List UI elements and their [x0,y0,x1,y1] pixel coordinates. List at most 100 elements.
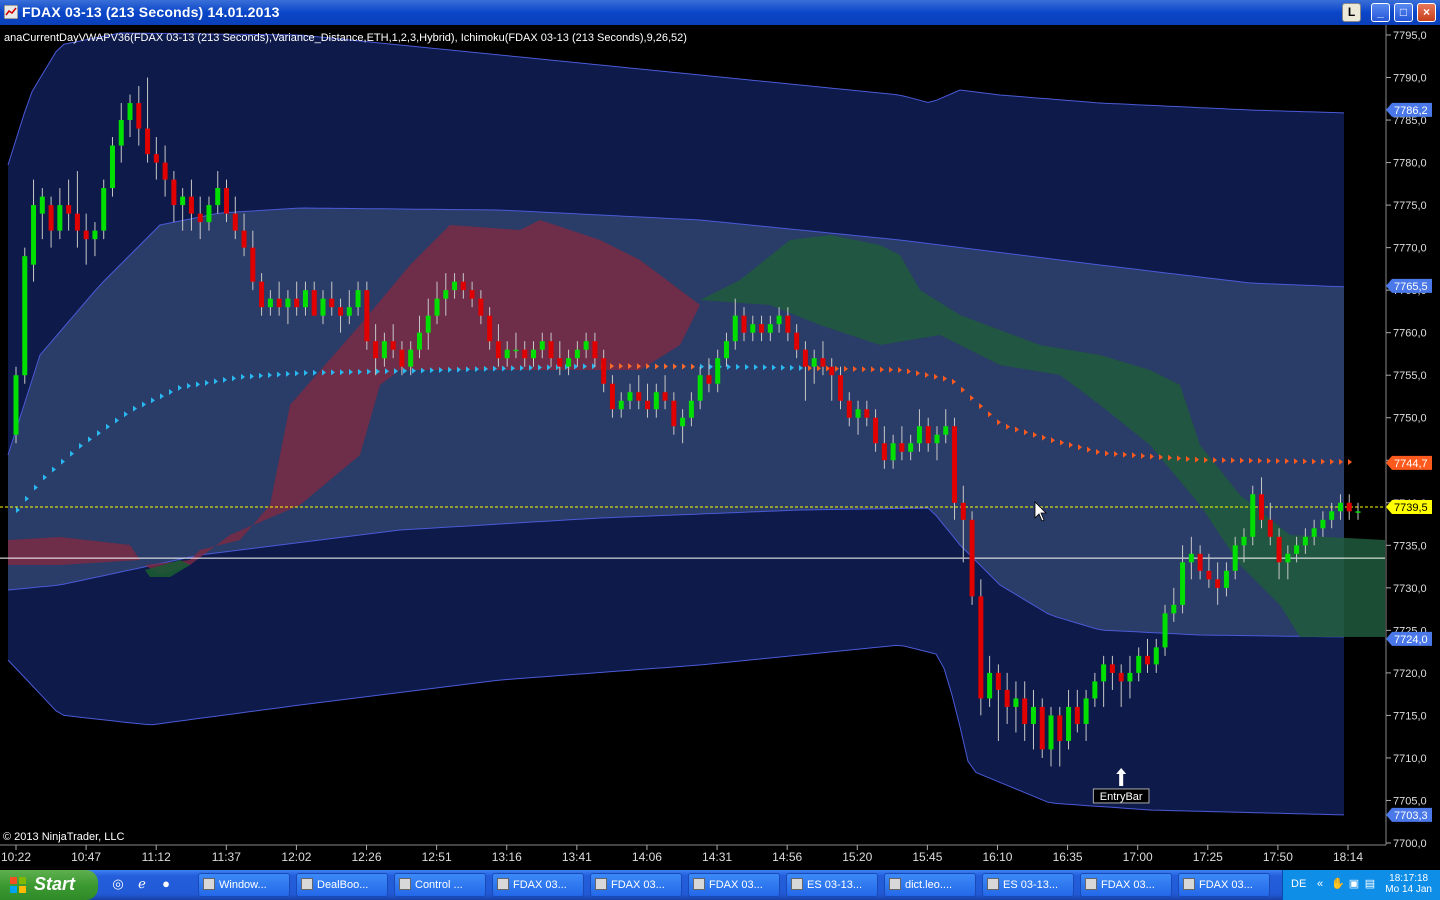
taskbar-item[interactable]: FDAX 03... [492,873,584,897]
tray-network-icon[interactable]: ▣ [1347,877,1361,891]
candle-body [408,349,414,367]
candle-body [653,392,659,410]
candle-body [118,120,124,146]
candle-body [232,213,238,231]
candle-body [39,196,45,214]
taskbar-item[interactable]: FDAX 03... [688,873,780,897]
taskbar-item[interactable]: DealBoo... [296,873,388,897]
y-tick-label: 7780,0 [1393,158,1427,170]
x-tick-label: 14:06 [632,850,662,864]
candle-body [92,230,98,240]
y-tick-label: 7760,0 [1393,328,1427,340]
candle-body [355,290,361,308]
taskbar-item[interactable]: ES 03-13... [786,873,878,897]
maximize-button[interactable]: □ [1394,3,1413,22]
candle-body [1066,706,1072,741]
candle-body [162,162,168,180]
start-button[interactable]: Start [0,870,98,900]
candle-body [732,315,738,342]
candle-body [434,298,440,316]
x-tick-label: 10:47 [71,850,101,864]
candle-body [22,256,28,376]
x-tick-label: 14:56 [772,850,802,864]
candle-body [574,349,580,359]
taskbar-item-label: FDAX 03... [1101,879,1155,891]
taskbar-item[interactable]: Window... [198,873,290,897]
window-icon [203,878,215,890]
link-button[interactable]: L [1342,3,1361,22]
candle-body [443,290,449,299]
chart-panel[interactable]: EntryBarTrailingStop 7700,07705,07710,07… [0,25,1440,870]
windows-logo-icon [10,877,26,893]
quicklaunch-browser-icon[interactable]: ℯ [134,876,150,892]
candle-body [1039,706,1045,750]
candle-body [1118,672,1124,682]
taskbar-item[interactable]: ES 03-13... [982,873,1074,897]
window-icon [987,878,999,890]
taskbar-item[interactable]: FDAX 03... [590,873,682,897]
taskbar-item-label: Window... [219,879,267,891]
candle-body [495,341,501,359]
candle-body [1136,655,1142,673]
taskbar-item[interactable]: FDAX 03... [1080,873,1172,897]
candle-body [48,205,54,231]
candle-body [399,349,405,367]
candle-body [934,434,940,444]
candle-body [267,298,273,308]
y-tick-label: 7710,0 [1393,753,1427,765]
quicklaunch-ie-icon[interactable]: ◎ [110,876,126,892]
candle-body [1074,706,1080,724]
candle-body [1276,536,1282,563]
candle-body [539,341,545,350]
candle-body [785,315,791,333]
x-tick-label: 12:26 [352,850,382,864]
candle-body [969,519,975,597]
taskbar-item-label: FDAX 03... [709,879,763,891]
x-tick-label: 15:20 [842,850,872,864]
candle-body [741,315,747,333]
clock-date: Mo 14 Jan [1385,884,1432,895]
x-tick-label: 11:12 [142,850,171,864]
candle-body [916,426,922,444]
candle-body [478,298,484,316]
candle-body [636,392,642,401]
candle-body [811,358,817,367]
candle-body [57,205,63,231]
taskbar-item[interactable]: FDAX 03... [1178,873,1270,897]
candle-body [302,290,308,308]
candle-body [136,103,142,129]
x-tick-label: 13:16 [492,850,522,864]
candle-body [566,358,572,367]
tray-hand-icon[interactable]: ✋ [1331,877,1345,891]
window-icon [399,878,411,890]
price-marker-label: 7786,2 [1394,105,1428,117]
x-tick-label: 13:41 [562,850,592,864]
price-chart[interactable]: EntryBarTrailingStop 7700,07705,07710,07… [0,25,1440,870]
candle-body [723,341,729,359]
minimize-button[interactable]: _ [1371,3,1390,22]
taskbar-item[interactable]: Control ... [394,873,486,897]
candle-body [820,358,826,367]
taskbar-item[interactable]: dict.leo.... [884,873,976,897]
clock[interactable]: 18:17:18 Mo 14 Jan [1385,873,1432,895]
candle-body [197,213,203,223]
candle-body [960,502,966,520]
x-tick-label: 10:22 [1,850,31,864]
candle-body [1127,672,1133,682]
candle-body [522,349,528,359]
tray-app-icon[interactable]: ▤ [1363,877,1377,891]
candle-body [837,375,843,401]
language-indicator[interactable]: DE [1291,878,1306,890]
quicklaunch-firefox-icon[interactable]: ● [158,876,174,892]
candle-body [311,290,317,316]
close-button[interactable]: × [1417,3,1436,22]
taskbar-item-label: Control ... [415,879,463,891]
candle-body [1346,502,1352,512]
y-tick-label: 7795,0 [1393,30,1427,42]
candle-body [1215,579,1221,588]
candle-body [1180,562,1186,605]
candle-body [688,400,694,418]
tray-back-icon[interactable]: « [1313,877,1327,891]
window-titlebar: FDAX 03-13 (213 Seconds) 14.01.2013 L _ … [0,0,1440,25]
candle-body [1302,536,1308,546]
